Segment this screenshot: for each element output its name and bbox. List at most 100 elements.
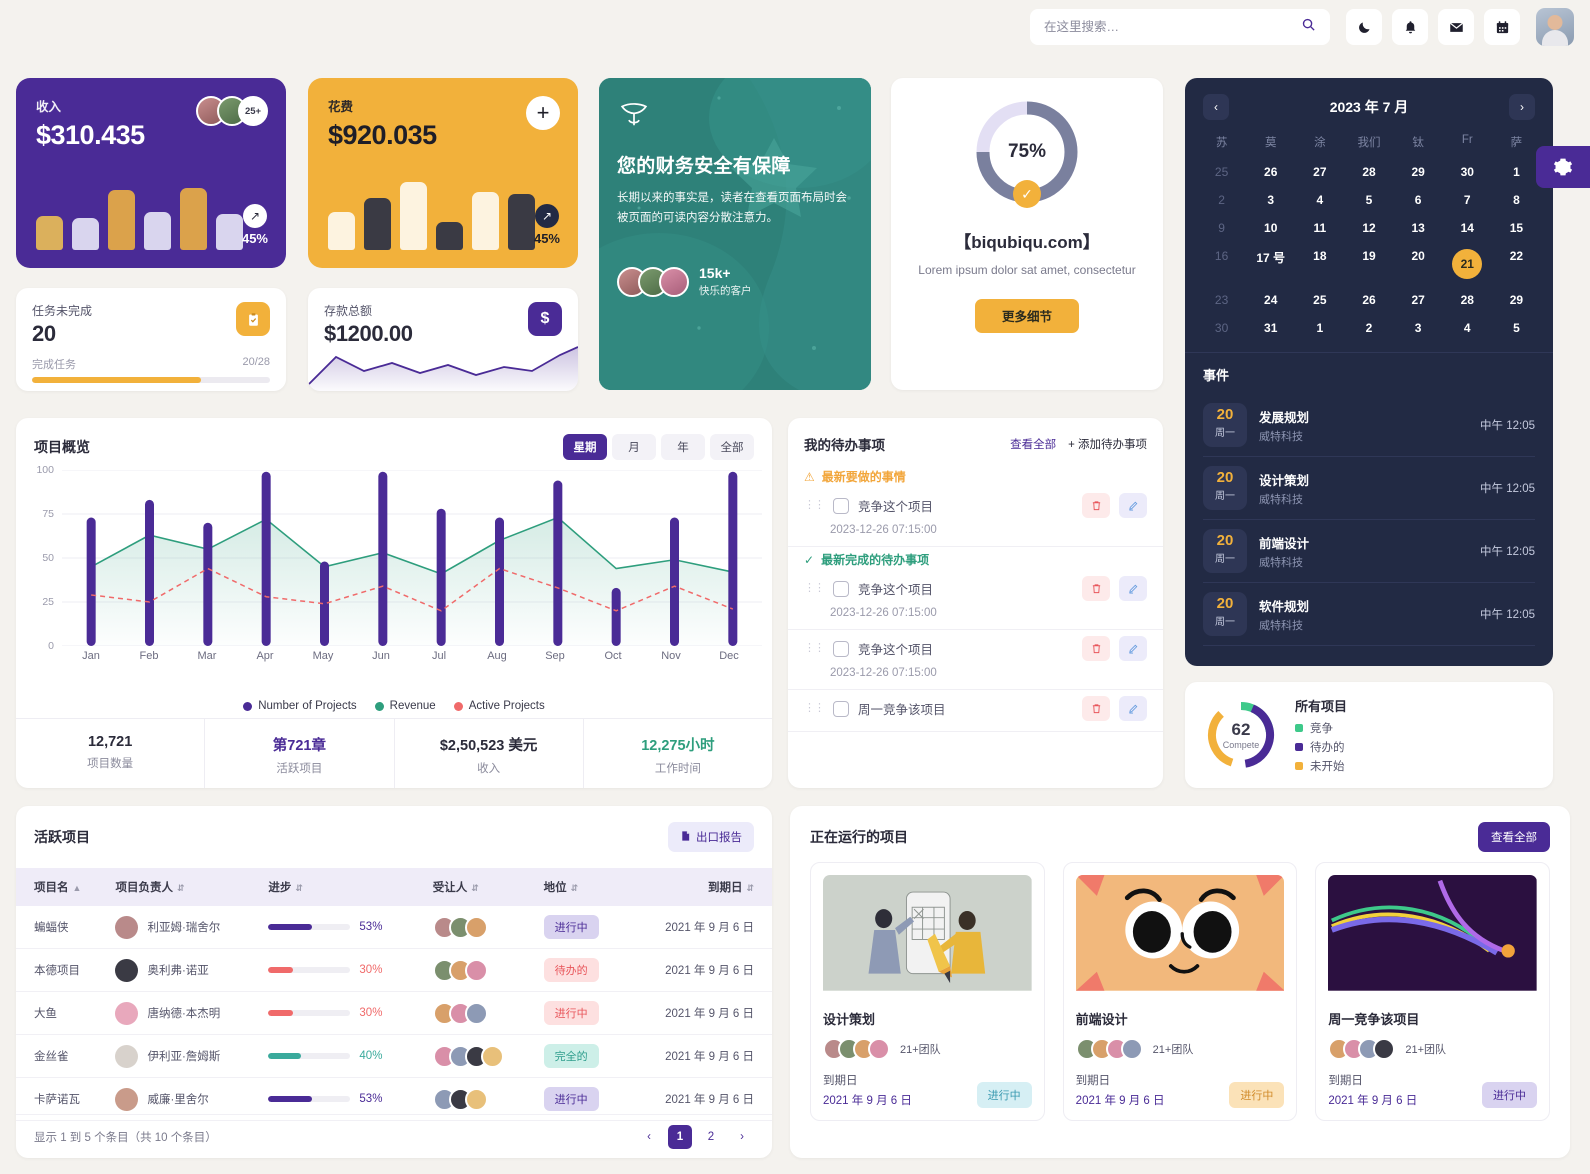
overview-range-tabs[interactable]: 星期月年全部 xyxy=(563,434,754,460)
drag-handle-icon[interactable]: ⋮⋮ xyxy=(804,643,825,654)
table-row[interactable]: 蝙蝠侠 利亚姆·瑞舍尔 53% 进行中 2021 年 9 月 6 日 xyxy=(16,906,772,949)
calendar-day[interactable]: 31 xyxy=(1246,314,1295,342)
calendar-day[interactable]: 2 xyxy=(1197,186,1246,214)
calendar-day[interactable]: 9 xyxy=(1197,214,1246,242)
team-avatars[interactable] xyxy=(1328,1038,1396,1060)
assignee-avatars[interactable] xyxy=(432,1087,526,1111)
table-header-row[interactable]: 项目名 ▲ 项目负责人 ⇵ 进步 ⇵ 受让人 ⇵ 地位 ⇵ 到期日 ⇵ xyxy=(16,868,772,906)
assignee-avatars[interactable] xyxy=(432,958,526,982)
calendar-day[interactable]: 3 xyxy=(1394,314,1443,342)
add-expense-button[interactable]: + xyxy=(526,96,560,130)
table-column-header[interactable]: 项目负责人 ⇵ xyxy=(97,868,251,906)
search-input[interactable] xyxy=(1044,20,1301,34)
running-view-all-button[interactable]: 查看全部 xyxy=(1478,822,1550,852)
search-icon[interactable] xyxy=(1301,17,1316,37)
calendar-day[interactable]: 3 xyxy=(1246,186,1295,214)
calendar-day[interactable]: 30 xyxy=(1197,314,1246,342)
search-box[interactable] xyxy=(1030,9,1330,45)
team-avatars[interactable] xyxy=(823,1038,890,1060)
calendar-day[interactable]: 14 xyxy=(1443,214,1492,242)
gear-icon[interactable] xyxy=(1536,146,1590,188)
overview-tab-3[interactable]: 全部 xyxy=(710,434,754,460)
todo-checkbox[interactable] xyxy=(833,640,849,657)
todo-view-all-link[interactable]: 查看全部 xyxy=(1010,436,1056,452)
calendar-day[interactable]: 22 xyxy=(1492,242,1541,286)
team-avatars[interactable] xyxy=(1075,1038,1143,1060)
calendar-day[interactable]: 8 xyxy=(1492,186,1541,214)
table-row[interactable]: 大鱼 唐纳德·本杰明 30% 进行中 2021 年 9 月 6 日 xyxy=(16,991,772,1035)
calendar-day[interactable]: 4 xyxy=(1295,186,1344,214)
event-row[interactable]: 20 周一 软件规划 威特科技 中午 12:05 xyxy=(1203,583,1535,646)
todo-checkbox[interactable] xyxy=(833,700,849,717)
drag-handle-icon[interactable]: ⋮⋮ xyxy=(804,500,825,511)
calendar-day[interactable]: 27 xyxy=(1394,286,1443,314)
pagination-prev[interactable]: ‹ xyxy=(637,1125,661,1149)
calendar-day[interactable]: 26 xyxy=(1344,286,1393,314)
notifications-icon[interactable] xyxy=(1392,9,1428,45)
calendar-day[interactable]: 26 xyxy=(1246,158,1295,186)
mail-icon[interactable] xyxy=(1438,9,1474,45)
pagination-page[interactable]: 2 xyxy=(699,1125,723,1149)
calendar-day[interactable]: 29 xyxy=(1492,286,1541,314)
calendar-icon[interactable] xyxy=(1484,9,1520,45)
calendar-day[interactable]: 25 xyxy=(1197,158,1246,186)
calendar-day[interactable]: 30 xyxy=(1443,158,1492,186)
legend-item[interactable]: Revenue xyxy=(374,700,436,712)
calendar-day[interactable]: 28 xyxy=(1443,286,1492,314)
calendar-next-button[interactable]: › xyxy=(1508,94,1535,120)
avatar[interactable] xyxy=(1536,8,1574,46)
calendar-day[interactable]: 7 xyxy=(1443,186,1492,214)
pagination-page[interactable]: 1 xyxy=(668,1124,692,1149)
table-column-header[interactable]: 进步 ⇵ xyxy=(250,868,415,906)
calendar-day[interactable]: 4 xyxy=(1443,314,1492,342)
calendar-day[interactable]: 11 xyxy=(1295,214,1344,242)
calendar-day[interactable]: 28 xyxy=(1344,158,1393,186)
delete-icon[interactable] xyxy=(1082,576,1110,601)
overview-tab-2[interactable]: 年 xyxy=(661,434,705,460)
calendar-day[interactable]: 27 xyxy=(1295,158,1344,186)
todo-checkbox[interactable] xyxy=(833,497,849,514)
calendar-day[interactable]: 16 xyxy=(1197,242,1246,286)
calendar-day[interactable]: 21 xyxy=(1443,242,1492,286)
delete-icon[interactable] xyxy=(1082,636,1110,661)
revenue-avatars[interactable]: 25+ xyxy=(196,96,268,126)
calendar-day[interactable]: 25 xyxy=(1295,286,1344,314)
calendar-day[interactable]: 6 xyxy=(1394,186,1443,214)
dark-mode-icon[interactable] xyxy=(1346,9,1382,45)
table-column-header[interactable]: 项目名 ▲ xyxy=(16,868,98,906)
calendar-days-grid[interactable]: 25 26 27 28 29 30 1 2 3 4 5 6 7 8 9 10 11 12 13 14 15 16 17 号1… xyxy=(1185,158,1553,342)
running-project-card[interactable]: 周一竞争该项目 21+团队 到期日 2021 年 9 月 6 日 进行中 xyxy=(1315,862,1551,1121)
overview-tab-1[interactable]: 月 xyxy=(612,434,656,460)
promo-avatars[interactable] xyxy=(617,266,689,297)
calendar-day[interactable]: 12 xyxy=(1344,214,1393,242)
edit-icon[interactable] xyxy=(1119,493,1147,518)
more-details-button[interactable]: 更多细节 xyxy=(975,298,1079,333)
table-column-header[interactable]: 受让人 ⇵ xyxy=(414,868,526,906)
calendar-day[interactable]: 20 xyxy=(1394,242,1443,286)
drag-handle-icon[interactable]: ⋮⋮ xyxy=(804,583,825,594)
pagination-next[interactable]: › xyxy=(730,1125,754,1149)
calendar-day[interactable]: 1 xyxy=(1492,158,1541,186)
delete-icon[interactable] xyxy=(1082,493,1110,518)
table-column-header[interactable]: 地位 ⇵ xyxy=(525,868,617,906)
legend-item[interactable]: Number of Projects xyxy=(243,700,357,712)
assignee-avatars[interactable] xyxy=(432,1044,526,1068)
assignee-avatars[interactable] xyxy=(432,915,526,939)
todo-checkbox[interactable] xyxy=(833,580,849,597)
calendar-day[interactable]: 29 xyxy=(1394,158,1443,186)
delete-icon[interactable] xyxy=(1082,696,1110,721)
edit-icon[interactable] xyxy=(1119,696,1147,721)
edit-icon[interactable] xyxy=(1119,636,1147,661)
calendar-day[interactable]: 5 xyxy=(1492,314,1541,342)
table-column-header[interactable]: 到期日 ⇵ xyxy=(616,868,772,906)
table-row[interactable]: 本德项目 奥利弗·诺亚 30% 待办的 2021 年 9 月 6 日 xyxy=(16,948,772,992)
assignee-avatars[interactable] xyxy=(432,1001,526,1025)
todo-add-link[interactable]: + 添加待办事项 xyxy=(1068,436,1147,452)
calendar-day[interactable]: 18 xyxy=(1295,242,1344,286)
calendar-day[interactable]: 15 xyxy=(1492,214,1541,242)
legend-item[interactable]: Active Projects xyxy=(453,700,545,712)
calendar-day[interactable]: 19 xyxy=(1344,242,1393,286)
calendar-prev-button[interactable]: ‹ xyxy=(1203,94,1229,120)
calendar-day[interactable]: 24 xyxy=(1246,286,1295,314)
drag-handle-icon[interactable]: ⋮⋮ xyxy=(804,703,825,714)
